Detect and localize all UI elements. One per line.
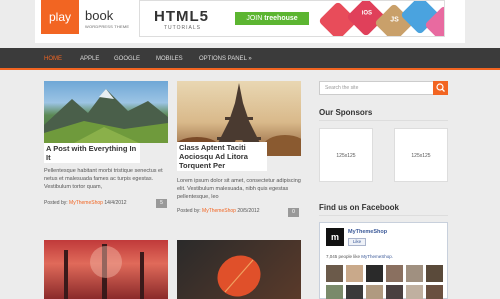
fan-avatar[interactable]	[326, 265, 343, 282]
search-button[interactable]	[433, 81, 448, 95]
fb-page-name[interactable]: MyThemeShop	[348, 229, 387, 235]
nav-item-mobiles[interactable]: MOBILES	[156, 48, 183, 70]
main-nav: HOME APPLE GOOGLE MOBILES OPTIONS PANEL …	[0, 48, 500, 70]
fb-count-text: 7,045 people like	[326, 254, 361, 259]
ad-join-brand: treehouse	[264, 15, 298, 22]
post-excerpt: Lorem ipsum dolor sit amet, consectetur …	[177, 178, 301, 200]
fan-avatar[interactable]	[386, 265, 403, 282]
post-date: 14/4/2012	[104, 200, 127, 206]
post-title[interactable]: A Post with Everything In It	[44, 143, 140, 163]
logo-play[interactable]: play	[41, 0, 79, 34]
post-meta-prefix: Posted by:	[44, 200, 68, 206]
post-date: 20/5/2012	[237, 208, 260, 214]
fan-avatar[interactable]	[346, 265, 363, 282]
nav-item-home[interactable]: HOME	[44, 48, 62, 70]
fan-avatar[interactable]	[426, 265, 443, 282]
fb-count-link[interactable]: MyThemeShop.	[361, 254, 393, 259]
logo-tagline: WORDPRESS THEME	[85, 24, 130, 29]
search-input[interactable]: Search the site	[319, 81, 448, 95]
post-author-link[interactable]: MyThemeShop	[202, 208, 236, 214]
facebook-widget-title: Find us on Facebook	[319, 203, 400, 212]
sponsor-slot[interactable]: 125x125	[394, 128, 448, 182]
nav-item-apple[interactable]: APPLE	[80, 48, 99, 70]
ad-ios-label: iOS	[361, 10, 373, 17]
sponsors-widget-title: Our Sponsors	[319, 108, 373, 117]
post-thumbnail-mountains[interactable]	[44, 81, 168, 143]
red-forest-image	[64, 244, 144, 299]
comment-count-badge[interactable]: 0	[288, 208, 299, 217]
header: play book WORDPRESS THEME HTML5 TUTORIAL…	[35, 0, 465, 43]
post-thumbnail-red-forest[interactable]	[44, 240, 168, 299]
fan-avatar[interactable]	[326, 285, 343, 299]
fb-like-button[interactable]: Like	[348, 238, 366, 246]
leaf-image	[217, 255, 261, 297]
fan-avatar[interactable]	[386, 285, 403, 299]
post-excerpt: Pellentesque habitant morbi tristique se…	[44, 168, 163, 190]
fan-avatar[interactable]	[406, 265, 423, 282]
fb-like-count: 7,045 people like MyThemeShop.	[326, 254, 393, 259]
widget-divider	[319, 120, 448, 121]
ad-join-button[interactable]: JOIN treehouse	[235, 12, 309, 25]
ad-js-label: JS	[390, 16, 399, 24]
search-icon	[436, 83, 445, 92]
post-author-link[interactable]: MyThemeShop	[69, 200, 103, 206]
sponsor-slot[interactable]: 125x125	[319, 128, 373, 182]
post-meta-prefix: Posted by:	[177, 208, 201, 214]
fan-avatar[interactable]	[346, 285, 363, 299]
nav-item-options-panel[interactable]: OPTIONS PANEL »	[199, 48, 252, 70]
fan-avatar[interactable]	[366, 285, 383, 299]
header-ad-banner[interactable]: HTML5 TUTORIALS JOIN treehouse iOS JS	[139, 0, 445, 37]
ad-join-prefix: JOIN	[246, 15, 263, 22]
nav-item-google[interactable]: GOOGLE	[114, 48, 140, 70]
comment-count-badge[interactable]: 5	[156, 199, 167, 208]
post-thumbnail-leaf[interactable]	[177, 240, 301, 299]
post-meta: Posted by: MyThemeShop 20/5/2012	[177, 208, 260, 214]
facebook-like-box: m MyThemeShop Like 7,045 people like MyT…	[319, 222, 448, 299]
fb-page-avatar[interactable]: m	[326, 228, 344, 246]
fan-avatar[interactable]	[406, 285, 423, 299]
post-title[interactable]: Class Aptent Taciti Aociosqu Ad Litora T…	[177, 142, 267, 171]
post-meta: Posted by: MyThemeShop 14/4/2012	[44, 200, 127, 206]
logo-book[interactable]: book	[85, 8, 113, 23]
page: play book WORDPRESS THEME HTML5 TUTORIAL…	[0, 0, 500, 299]
ad-subtitle: TUTORIALS	[164, 25, 201, 31]
ad-html5-brand: HTML5	[154, 8, 209, 25]
fan-avatar[interactable]	[426, 285, 443, 299]
mountains-image	[44, 89, 168, 143]
fan-avatar[interactable]	[366, 265, 383, 282]
widget-divider	[319, 215, 448, 216]
